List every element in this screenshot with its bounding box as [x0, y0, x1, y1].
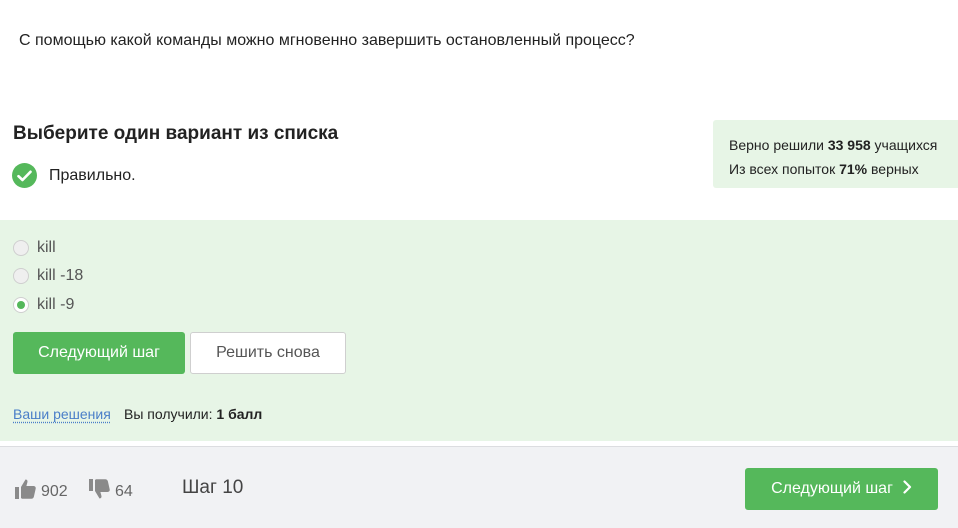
option-kill[interactable]: kill: [13, 239, 56, 257]
radio-button-checked[interactable]: [13, 297, 29, 313]
option-kill-9[interactable]: kill -9: [13, 296, 74, 314]
radio-dot: [17, 301, 25, 309]
footer-next-step-button[interactable]: Следующий шаг: [745, 468, 938, 510]
footer: 902 64 Шаг 10 Следующий шаг: [0, 446, 958, 528]
answer-area: kill kill -18 kill -9 Следующий шаг Реши…: [0, 220, 958, 441]
choose-title: Выберите один вариант из списка: [13, 123, 339, 144]
thumbs-down-icon: [88, 478, 111, 505]
stats-solved-count: 33 958: [827, 137, 871, 153]
stats-attempts-percent: 71%: [839, 161, 868, 177]
question-text: С помощью какой команды можно мгновенно …: [19, 32, 635, 49]
like-count: 902: [41, 482, 68, 500]
option-label: kill -18: [37, 267, 84, 284]
dislike-count: 64: [115, 482, 133, 500]
radio-button[interactable]: [13, 268, 29, 284]
option-kill-18[interactable]: kill -18: [13, 267, 83, 285]
score-value: 1 балл: [216, 406, 263, 422]
radio-button[interactable]: [13, 240, 29, 256]
next-step-button[interactable]: Следующий шаг: [13, 332, 185, 374]
option-label: kill -9: [37, 296, 75, 313]
thumbs-up-icon: [14, 478, 37, 505]
dislike-button[interactable]: 64: [88, 478, 133, 505]
your-solutions-link[interactable]: Ваши решения: [13, 406, 111, 422]
check-circle-icon: [12, 163, 37, 188]
score-text: Вы получили: 1 балл: [124, 406, 263, 422]
retry-button[interactable]: Решить снова: [190, 332, 346, 374]
chevron-right-icon: [903, 479, 912, 499]
next-button-label: Следующий шаг: [771, 480, 893, 497]
option-label: kill: [37, 239, 56, 256]
stats-solved: Верно решили 33 958 учащихся: [729, 137, 938, 153]
result-row: Правильно.: [12, 163, 136, 188]
stats-attempts: Из всех попыток 71% верных: [729, 161, 919, 177]
step-label: Шаг 10: [182, 477, 244, 498]
like-button[interactable]: 902: [14, 478, 68, 505]
result-text: Правильно.: [49, 166, 136, 184]
stats-box: Верно решили 33 958 учащихся Из всех поп…: [713, 120, 958, 188]
